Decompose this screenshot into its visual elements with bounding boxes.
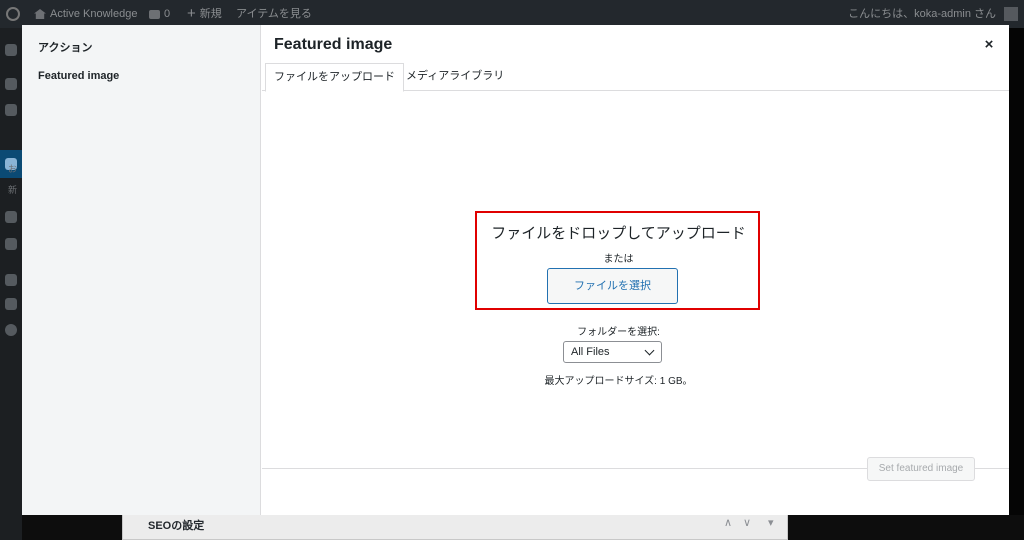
view-items-link[interactable]: アイテムを見る xyxy=(236,0,312,28)
menu-label-partial: お xyxy=(8,164,18,174)
seo-metabox-title: SEOの設定 xyxy=(148,520,205,532)
home-icon xyxy=(34,9,46,19)
settings-icon[interactable] xyxy=(5,211,17,223)
howdy-text: こんにちは、koka-admin さん xyxy=(848,8,996,20)
folder-select[interactable]: All Files xyxy=(563,341,662,363)
set-featured-image-button[interactable]: Set featured image xyxy=(867,457,975,481)
pin-icon[interactable] xyxy=(5,78,17,90)
wrench-icon[interactable] xyxy=(5,298,17,310)
new-label: 新規 xyxy=(199,8,222,20)
max-upload-size: 最大アップロードサイズ: 1 GB。 xyxy=(544,376,693,387)
tab-upload-files[interactable]: ファイルをアップロード xyxy=(265,63,404,92)
drop-instructions: ファイルをドロップしてアップロード xyxy=(491,225,746,242)
close-icon[interactable]: × xyxy=(981,37,997,53)
folder-select-value: All Files xyxy=(571,346,610,358)
chevron-up-icon[interactable]: ∧ xyxy=(724,516,732,529)
pin-icon[interactable] xyxy=(5,104,17,116)
chevron-down-icon[interactable]: ∨ xyxy=(743,516,751,529)
account-menu[interactable]: こんにちは、koka-admin さん xyxy=(848,0,1018,28)
modal-title: Featured image xyxy=(274,36,393,53)
dashboard-icon[interactable] xyxy=(5,44,17,56)
comments-link[interactable]: 0 xyxy=(149,0,170,28)
media-menu-item-featured-image[interactable]: Featured image xyxy=(38,70,119,82)
admin-sidebar: お 新 xyxy=(0,28,22,540)
media-menu: アクション Featured image xyxy=(22,25,261,515)
folder-label: フォルダーを選択: xyxy=(577,327,660,338)
wordpress-logo-icon[interactable] xyxy=(6,0,20,28)
avatar xyxy=(1004,7,1018,21)
comment-icon[interactable] xyxy=(5,238,17,250)
view-items-label: アイテムを見る xyxy=(236,8,312,20)
tab-media-library[interactable]: メディアライブラリ xyxy=(398,63,512,91)
or-text: または xyxy=(603,254,634,265)
chevron-down-icon xyxy=(644,345,655,356)
comments-count: 0 xyxy=(164,8,171,20)
admin-bar: Active Knowledge 0 + 新規 アイテムを見る こんにちは、ko… xyxy=(0,0,1024,28)
plus-icon: + xyxy=(187,5,196,22)
site-name-link[interactable]: Active Knowledge xyxy=(34,0,137,28)
media-menu-heading: アクション xyxy=(38,42,93,54)
new-content-link[interactable]: + 新規 xyxy=(187,0,222,28)
menu-label-partial: 新 xyxy=(8,185,18,195)
user-icon[interactable] xyxy=(5,274,17,286)
comment-icon xyxy=(149,9,160,19)
collapse-icon[interactable] xyxy=(5,324,17,336)
site-name: Active Knowledge xyxy=(50,8,138,20)
select-files-button[interactable]: ファイルを選択 xyxy=(547,268,678,304)
router-tabs: ファイルをアップロード メディアライブラリ xyxy=(262,63,1009,92)
seo-metabox xyxy=(122,513,788,540)
toggle-icon[interactable]: ▾ xyxy=(768,516,774,529)
